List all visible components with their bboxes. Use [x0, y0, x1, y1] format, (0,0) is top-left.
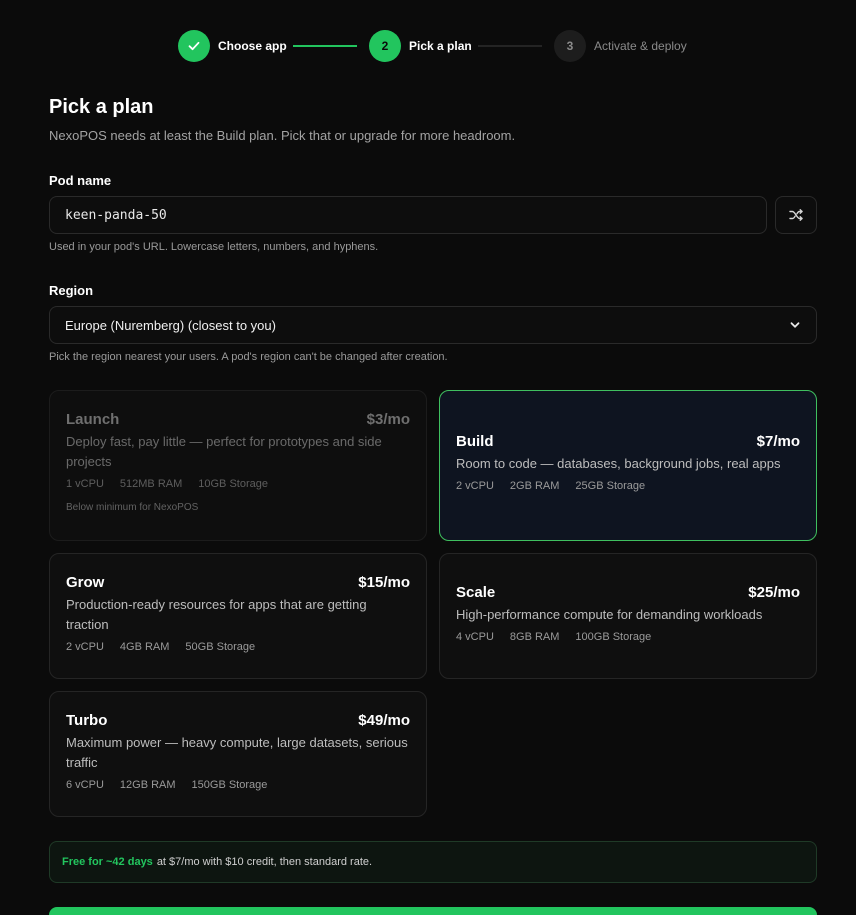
plan-cpu: 1 vCPU — [66, 478, 104, 490]
page-subtitle: NexoPOS needs at least the Build plan. P… — [49, 128, 516, 143]
plan-price: $49/mo — [358, 712, 410, 729]
plan-specs: 6 vCPU 12GB RAM 150GB Storage — [66, 779, 410, 791]
region-select[interactable]: Europe (Nuremberg) (closest to you) — [49, 306, 817, 344]
plan-name: Scale — [456, 584, 496, 601]
region-help: Pick the region nearest your users. A po… — [49, 351, 448, 363]
plan-storage: 10GB Storage — [198, 478, 268, 490]
plan-ram: 12GB RAM — [119, 779, 176, 791]
step-3-label: Activate & deploy — [594, 39, 687, 53]
step-connector-1 — [293, 45, 357, 47]
plan-ram: 2GB RAM — [509, 480, 560, 492]
plan-ram: 8GB RAM — [509, 631, 560, 643]
region-label: Region — [49, 283, 94, 298]
plan-price: $3/mo — [366, 411, 410, 428]
plan-ram: 512MB RAM — [119, 478, 183, 490]
plan-description: Deploy fast, pay little — perfect for pr… — [66, 434, 382, 469]
plan-specs: 2 vCPU 4GB RAM 50GB Storage — [66, 641, 410, 653]
step-1-check-icon — [178, 30, 210, 62]
pod-name-help: Used in your pod's URL. Lowercase letter… — [49, 241, 379, 253]
plan-cpu: 4 vCPU — [456, 631, 494, 643]
continue-button[interactable] — [49, 907, 817, 915]
shuffle-icon — [789, 209, 803, 221]
region-selected-value: Europe (Nuremberg) (closest to you) — [65, 317, 276, 333]
step-3-number: 3 — [554, 30, 586, 62]
plan-storage: 50GB Storage — [185, 641, 256, 653]
pod-name-label: Pod name — [49, 173, 112, 188]
plan-name: Turbo — [66, 712, 108, 729]
stepper: Choose app 2 Pick a plan 3 Activate & de… — [0, 30, 856, 62]
plan-name: Build — [456, 433, 494, 450]
plan-ram: 4GB RAM — [119, 641, 170, 653]
step-2-number: 2 — [369, 30, 401, 62]
plan-minimum-note: Below minimum for NexoPOS — [66, 502, 199, 513]
plan-price: $7/mo — [756, 433, 800, 450]
plan-specs: 4 vCPU 8GB RAM 100GB Storage — [456, 631, 800, 643]
plan-description: Room to code — databases, background job… — [456, 456, 781, 471]
step-connector-2 — [478, 45, 542, 47]
plan-card-turbo[interactable]: Turbo $49/mo Maximum power — heavy compu… — [49, 691, 427, 817]
plan-storage: 25GB Storage — [575, 480, 646, 492]
plan-price: $15/mo — [358, 574, 410, 591]
plan-cpu: 2 vCPU — [66, 641, 104, 653]
plan-card-launch: Launch $3/mo Deploy fast, pay little — p… — [49, 390, 427, 541]
plan-cpu: 6 vCPU — [66, 779, 104, 791]
plan-cpu: 2 vCPU — [456, 480, 494, 492]
check-icon — [188, 41, 200, 51]
page-title: Pick a plan — [49, 96, 154, 118]
plan-name: Launch — [66, 411, 120, 428]
plan-storage: 150GB Storage — [191, 779, 268, 791]
step-1-label: Choose app — [218, 39, 287, 53]
plan-specs: 1 vCPU 512MB RAM 10GB Storage — [66, 478, 410, 490]
plan-description: High-performance compute for demanding w… — [456, 607, 763, 622]
credit-banner: Free for ~42 days at $7/mo with $10 cred… — [49, 841, 817, 883]
shuffle-name-button[interactable] — [775, 196, 817, 234]
plan-card-build[interactable]: Build $7/mo Room to code — databases, ba… — [439, 390, 817, 541]
chevron-down-icon — [790, 322, 800, 328]
credit-text: at $7/mo with $10 credit, then standard … — [156, 856, 373, 868]
step-2-label: Pick a plan — [409, 39, 472, 53]
credit-highlight: Free for ~42 days — [62, 856, 153, 868]
plan-card-grow[interactable]: Grow $15/mo Production-ready resources f… — [49, 553, 427, 679]
plan-storage: 100GB Storage — [575, 631, 652, 643]
plan-description: Maximum power — heavy compute, large dat… — [66, 735, 408, 770]
plan-description: Production-ready resources for apps that… — [66, 597, 367, 632]
plan-card-scale[interactable]: Scale $25/mo High-performance compute fo… — [439, 553, 817, 679]
plan-name: Grow — [66, 574, 105, 591]
plan-specs: 2 vCPU 2GB RAM 25GB Storage — [456, 480, 800, 492]
plan-price: $25/mo — [748, 584, 800, 601]
pod-name-input[interactable]: keen-panda-50 — [49, 196, 767, 234]
